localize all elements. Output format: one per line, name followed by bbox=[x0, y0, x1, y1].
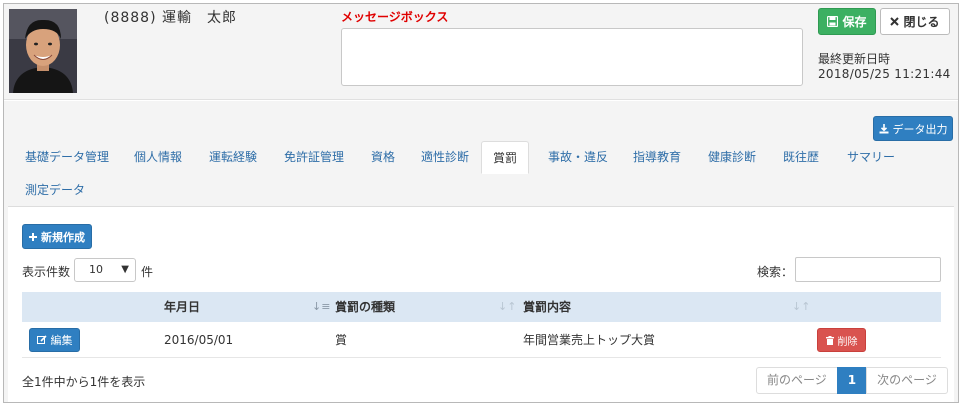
edit-icon bbox=[36, 335, 47, 345]
chevron-down-icon: ▼ bbox=[121, 264, 129, 275]
page-length-value: 10 bbox=[89, 263, 103, 276]
close-label: 閉じる bbox=[903, 15, 940, 29]
cell-date: 2016/05/01 bbox=[164, 333, 234, 347]
message-box-label: メッセージボックス bbox=[341, 10, 449, 24]
tab-guidance[interactable]: 指導教育 bbox=[622, 141, 692, 173]
column-header-type[interactable]: 賞罰の種類 bbox=[335, 292, 395, 322]
tab-accidents[interactable]: 事故・違反 bbox=[537, 141, 619, 173]
tab-medical-history[interactable]: 既往歴 bbox=[772, 141, 830, 173]
new-record-button[interactable]: 新規作成 bbox=[22, 224, 92, 249]
table-info: 全1件中から1件を表示 bbox=[22, 375, 146, 389]
delete-button[interactable]: 削除 bbox=[817, 328, 866, 352]
close-icon bbox=[890, 17, 900, 26]
sort-icon[interactable]: ↓↑ bbox=[498, 292, 516, 322]
save-icon bbox=[827, 16, 839, 27]
page-length-label: 表示件数 bbox=[22, 265, 71, 279]
employee-name: (8888) 運輸 太郎 bbox=[104, 10, 238, 26]
employee-detail-window: (8888) 運輸 太郎 メッセージボックス 保存 閉じる 最終更新日時 201… bbox=[3, 3, 959, 403]
sort-icon[interactable]: ↓↑ bbox=[792, 292, 810, 322]
download-icon bbox=[879, 123, 889, 134]
trash-icon bbox=[825, 335, 834, 345]
next-page-button[interactable]: 次のページ bbox=[866, 367, 948, 394]
page-length-unit: 件 bbox=[141, 265, 154, 279]
cell-type: 賞 bbox=[335, 333, 348, 347]
edit-button[interactable]: 編集 bbox=[29, 328, 80, 352]
export-data-label: データ出力 bbox=[892, 122, 948, 136]
tab-rewards-penalties[interactable]: 賞罰 bbox=[481, 141, 530, 174]
tab-driving-experience[interactable]: 運転経験 bbox=[198, 141, 268, 173]
delete-label: 削除 bbox=[837, 336, 858, 348]
save-button[interactable]: 保存 bbox=[818, 8, 876, 35]
cell-content: 年間営業売上トップ大賞 bbox=[523, 333, 656, 347]
last-updated-value: 2018/05/25 11:21:44 bbox=[818, 67, 951, 81]
new-record-label: 新規作成 bbox=[41, 230, 85, 244]
pagination: 前のページ 1 次のページ bbox=[756, 367, 948, 394]
tab-basic-data[interactable]: 基礎データ管理 bbox=[14, 141, 120, 173]
tab-personal-info[interactable]: 個人情報 bbox=[123, 141, 193, 173]
detail-body: データ出力 基礎データ管理 個人情報 運転経験 免許証管理 資格 適性診断 賞罰… bbox=[4, 101, 958, 402]
tab-license[interactable]: 免許証管理 bbox=[273, 141, 355, 173]
tab-aptitude[interactable]: 適性診断 bbox=[410, 141, 480, 173]
column-header-date[interactable]: 年月日 bbox=[164, 292, 200, 322]
tab-measurement-data[interactable]: 測定データ bbox=[14, 174, 96, 206]
table-header: 年月日 ↓≡ 賞罰の種類 ↓↑ 賞罰内容 ↓↑ bbox=[22, 292, 941, 322]
tab-health-check[interactable]: 健康診断 bbox=[697, 141, 767, 173]
employee-photo bbox=[9, 9, 77, 93]
search-label: 検索： bbox=[757, 265, 794, 279]
search-input[interactable] bbox=[795, 257, 941, 282]
plus-icon bbox=[29, 232, 37, 241]
prev-page-button[interactable]: 前のページ bbox=[756, 367, 838, 394]
page-length-select[interactable]: 10 ▼ bbox=[74, 258, 136, 282]
export-data-button[interactable]: データ出力 bbox=[873, 116, 953, 141]
detail-tabs: 基礎データ管理 個人情報 運転経験 免許証管理 資格 適性診断 賞罰 事故・違反… bbox=[8, 141, 954, 207]
edit-label: 編集 bbox=[50, 334, 73, 347]
table-row: 編集 2016/05/01 賞 年間営業売上トップ大賞 削除 bbox=[22, 322, 941, 358]
close-button[interactable]: 閉じる bbox=[880, 8, 950, 35]
column-header-content[interactable]: 賞罰内容 bbox=[523, 292, 571, 322]
page-button-current[interactable]: 1 bbox=[836, 367, 868, 394]
sort-desc-icon[interactable]: ↓≡ bbox=[312, 292, 330, 322]
message-box[interactable] bbox=[341, 28, 803, 86]
last-updated-label: 最終更新日時 bbox=[818, 52, 891, 66]
tab-qualifications[interactable]: 資格 bbox=[360, 141, 406, 173]
employee-header: (8888) 運輸 太郎 メッセージボックス 保存 閉じる 最終更新日時 201… bbox=[4, 4, 958, 100]
tab-content: 新規作成 表示件数 10 ▼ 件 検索： 年月日 ↓≡ 賞罰の種類 ↓↑ 賞罰内… bbox=[8, 207, 954, 402]
tab-summary[interactable]: サマリー bbox=[836, 141, 906, 173]
save-label: 保存 bbox=[842, 15, 867, 29]
